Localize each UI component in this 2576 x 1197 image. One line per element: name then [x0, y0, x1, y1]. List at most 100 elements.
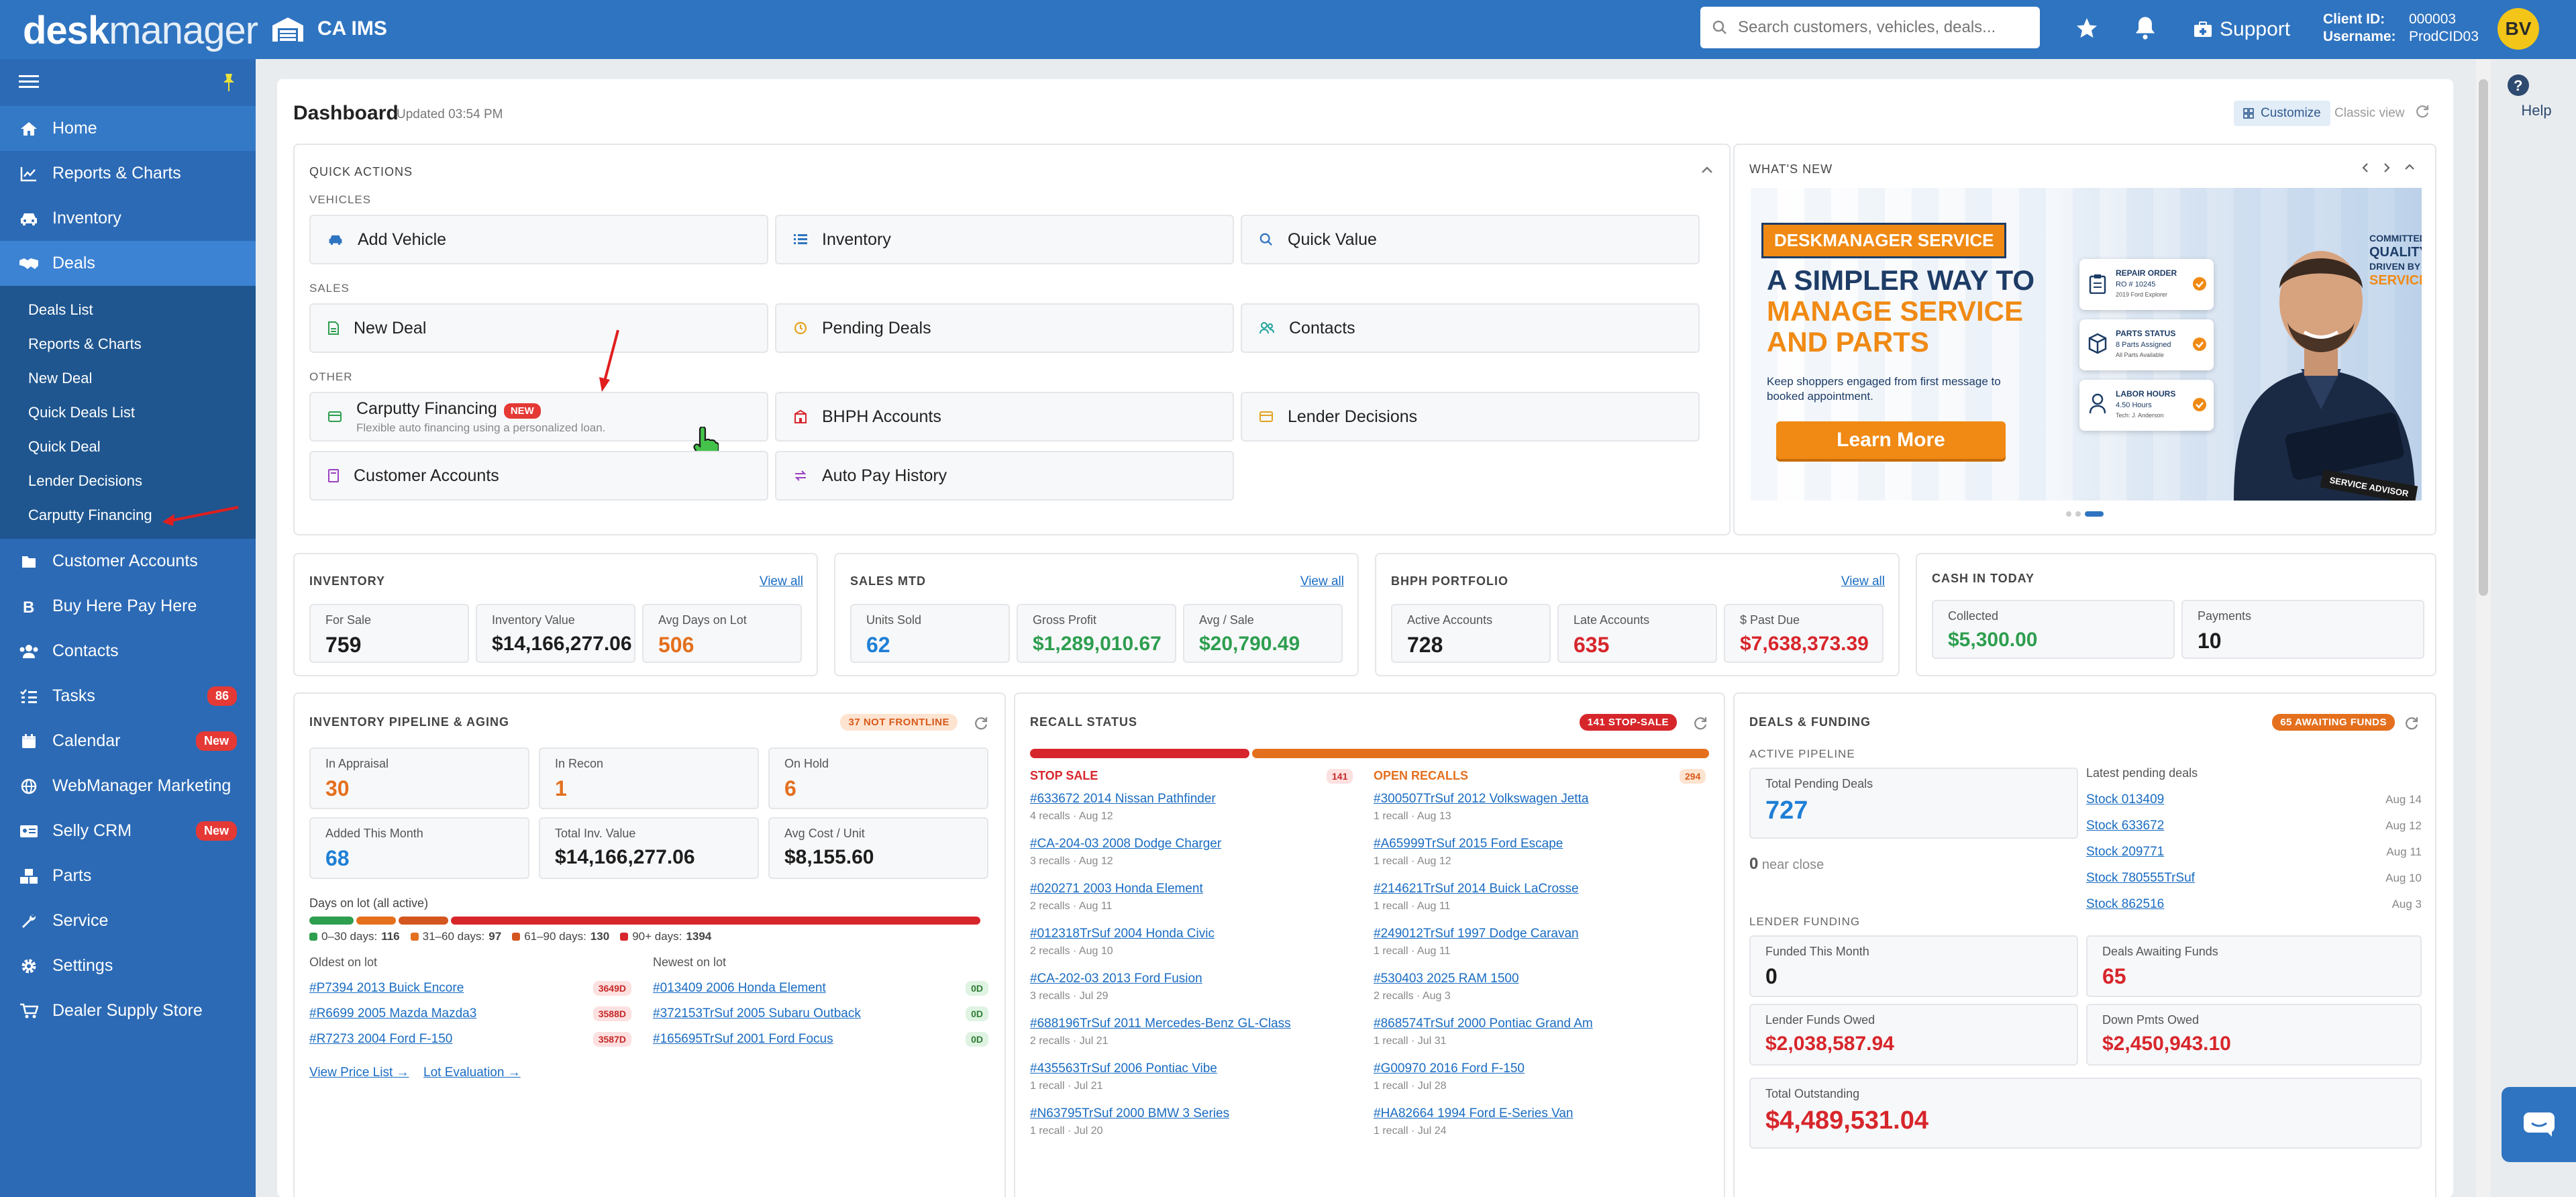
vehicle-link[interactable]: #013409 2006 Honda Element — [653, 981, 826, 996]
chevron-right-icon[interactable] — [2383, 162, 2391, 173]
submenu-deals-list[interactable]: Deals List — [0, 293, 256, 327]
customer-accounts-button[interactable]: Customer Accounts — [309, 451, 768, 501]
submenu-new-deal[interactable]: New Deal — [0, 361, 256, 395]
recall-vehicle-link[interactable]: #020271 2003 Honda Element — [1030, 882, 1366, 896]
submenu-carputty-financing[interactable]: Carputty Financing — [0, 498, 256, 532]
vehicle-link[interactable]: #R6699 2005 Mazda Mazda3 — [309, 1006, 476, 1021]
chat-widget-button[interactable] — [2502, 1087, 2576, 1162]
quick-value-button[interactable]: Quick Value — [1241, 215, 1700, 264]
user-avatar[interactable]: BV — [2497, 8, 2539, 50]
recall-vehicle-link[interactable]: #868574TrSuf 2000 Pontiac Grand Am — [1374, 1017, 1709, 1031]
sidebar-item-customer-accounts[interactable]: Customer Accounts — [0, 539, 256, 584]
sidebar-item-selly-crm[interactable]: Selly CRM New — [0, 809, 256, 853]
recall-vehicle-link[interactable]: #435563TrSuf 2006 Pontiac Vibe — [1030, 1061, 1366, 1076]
chevron-up-icon[interactable] — [2404, 162, 2415, 173]
pending-deal-link[interactable]: Stock 209771 — [2086, 845, 2164, 860]
not-frontline-badge[interactable]: 37 NOT FRONTLINE — [840, 714, 958, 731]
view-price-list-link[interactable]: View Price List → — [309, 1065, 409, 1080]
refresh-icon[interactable] — [1693, 715, 1708, 730]
add-vehicle-button[interactable]: Add Vehicle — [309, 215, 768, 264]
pin-icon[interactable] — [220, 72, 238, 93]
promo-banner[interactable]: DESKMANAGER SERVICE A SIMPLER WAY TO MAN… — [1751, 188, 2422, 501]
recall-vehicle-link[interactable]: #012318TrSuf 2004 Honda Civic — [1030, 927, 1366, 941]
recall-vehicle-link[interactable]: #214621TrSuf 2014 Buick LaCrosse — [1374, 882, 1709, 896]
contacts-button[interactable]: Contacts — [1241, 303, 1700, 353]
carousel-dot[interactable] — [2066, 511, 2071, 517]
dealership-name[interactable]: CA IMS — [317, 17, 387, 40]
carousel-dot-active[interactable] — [2085, 511, 2104, 517]
recall-vehicle-link[interactable]: #249012TrSuf 1997 Dodge Caravan — [1374, 927, 1709, 941]
inventory-button[interactable]: Inventory — [775, 215, 1234, 264]
sales-view-all-link[interactable]: View all — [1300, 574, 1344, 589]
recall-vehicle-link[interactable]: #530403 2025 RAM 1500 — [1374, 972, 1709, 986]
stat-value: 727 — [1765, 796, 1808, 825]
sidebar-item-contacts[interactable]: Contacts — [0, 629, 256, 674]
sidebar-item-dealer-supply[interactable]: Dealer Supply Store — [0, 988, 256, 1033]
vehicle-link[interactable]: #372153TrSuf 2005 Subaru Outback — [653, 1006, 861, 1021]
recall-vehicle-link[interactable]: #HA82664 1994 Ford E-Series Van — [1374, 1106, 1709, 1121]
hamburger-icon[interactable] — [19, 74, 39, 90]
sidebar-item-inventory[interactable]: Inventory — [0, 196, 256, 241]
favorites-star-icon[interactable] — [2075, 16, 2099, 40]
help-button[interactable]: ? Help — [2507, 74, 2566, 119]
page-scrollbar[interactable] — [2476, 59, 2491, 1197]
pending-deal-link[interactable]: Stock 780555TrSuf — [2086, 871, 2195, 886]
collapse-chevron-icon[interactable] — [1701, 165, 1713, 174]
support-button[interactable]: Support — [2193, 15, 2290, 44]
bhph-accounts-button[interactable]: BHPH Accounts — [775, 392, 1234, 441]
sidebar-item-tasks[interactable]: Tasks 86 — [0, 674, 256, 719]
recall-vehicle-link[interactable]: #300507TrSuf 2012 Volkswagen Jetta — [1374, 792, 1709, 806]
bhph-view-all-link[interactable]: View all — [1841, 574, 1885, 589]
aging-bar — [309, 917, 980, 925]
svg-text:?: ? — [2514, 77, 2522, 94]
stop-sale-badge[interactable]: 141 STOP-SALE — [1579, 714, 1677, 731]
classic-view-link[interactable]: Classic view — [2334, 106, 2405, 121]
sidebar-item-calendar[interactable]: Calendar New — [0, 719, 256, 764]
carousel-dot[interactable] — [2075, 511, 2081, 517]
lender-decisions-button[interactable]: Lender Decisions — [1241, 392, 1700, 441]
submenu-lender-decisions[interactable]: Lender Decisions — [0, 464, 256, 498]
new-deal-button[interactable]: New Deal — [309, 303, 768, 353]
pending-deals-button[interactable]: Pending Deals — [775, 303, 1234, 353]
sidebar-item-home[interactable]: Home — [0, 106, 256, 151]
global-search[interactable] — [1700, 7, 2040, 48]
stat-label: Payments — [2198, 609, 2252, 623]
submenu-reports-charts[interactable]: Reports & Charts — [0, 327, 256, 361]
pending-deal-link[interactable]: Stock 633672 — [2086, 819, 2164, 833]
inventory-view-all-link[interactable]: View all — [760, 574, 803, 589]
refresh-icon[interactable] — [974, 715, 988, 730]
awaiting-funds-badge[interactable]: 65 AWAITING FUNDS — [2272, 714, 2395, 731]
sidebar-item-settings[interactable]: Settings — [0, 943, 256, 988]
submenu-quick-deal[interactable]: Quick Deal — [0, 429, 256, 464]
refresh-icon[interactable] — [2404, 715, 2419, 730]
recall-vehicle-link[interactable]: #633672 2014 Nissan Pathfinder — [1030, 792, 1366, 806]
lot-evaluation-link[interactable]: Lot Evaluation → — [423, 1065, 521, 1080]
recall-vehicle-link[interactable]: #A65999TrSuf 2015 Ford Escape — [1374, 837, 1709, 851]
sidebar-item-service[interactable]: Service — [0, 898, 256, 943]
recall-vehicle-link[interactable]: #G00970 2016 Ford F-150 — [1374, 1061, 1709, 1076]
learn-more-button[interactable]: Learn More — [1776, 421, 2006, 459]
scroll-thumb[interactable] — [2479, 79, 2488, 596]
chevron-left-icon[interactable] — [2361, 162, 2369, 173]
sidebar-item-reports[interactable]: Reports & Charts — [0, 151, 256, 196]
refresh-icon[interactable] — [2415, 103, 2430, 118]
recall-vehicle-link[interactable]: #CA-202-03 2013 Ford Fusion — [1030, 972, 1366, 986]
recall-vehicle-link[interactable]: #CA-204-03 2008 Dodge Charger — [1030, 837, 1366, 851]
submenu-quick-deals-list[interactable]: Quick Deals List — [0, 395, 256, 429]
app-logo[interactable]: deskmanager — [23, 8, 258, 53]
search-input[interactable] — [1738, 7, 2033, 48]
pending-deal-link[interactable]: Stock 862516 — [2086, 897, 2164, 912]
notifications-bell-icon[interactable] — [2134, 15, 2157, 40]
sidebar-item-webmanager[interactable]: WebManager Marketing — [0, 764, 256, 809]
sidebar-item-parts[interactable]: Parts — [0, 853, 256, 898]
auto-pay-history-button[interactable]: Auto Pay History — [775, 451, 1234, 501]
customize-button[interactable]: Customize — [2234, 101, 2330, 126]
recall-vehicle-link[interactable]: #N63795TrSuf 2000 BMW 3 Series — [1030, 1106, 1366, 1121]
vehicle-link[interactable]: #R7273 2004 Ford F-150 — [309, 1032, 452, 1047]
vehicle-link[interactable]: #165695TrSuf 2001 Ford Focus — [653, 1032, 833, 1047]
vehicle-link[interactable]: #P7394 2013 Buick Encore — [309, 981, 464, 996]
recall-vehicle-link[interactable]: #688196TrSuf 2011 Mercedes-Benz GL-Class — [1030, 1017, 1366, 1031]
pending-deal-link[interactable]: Stock 013409 — [2086, 792, 2164, 807]
sidebar-item-bhph[interactable]: B Buy Here Pay Here — [0, 584, 256, 629]
sidebar-item-deals[interactable]: Deals — [0, 241, 256, 286]
